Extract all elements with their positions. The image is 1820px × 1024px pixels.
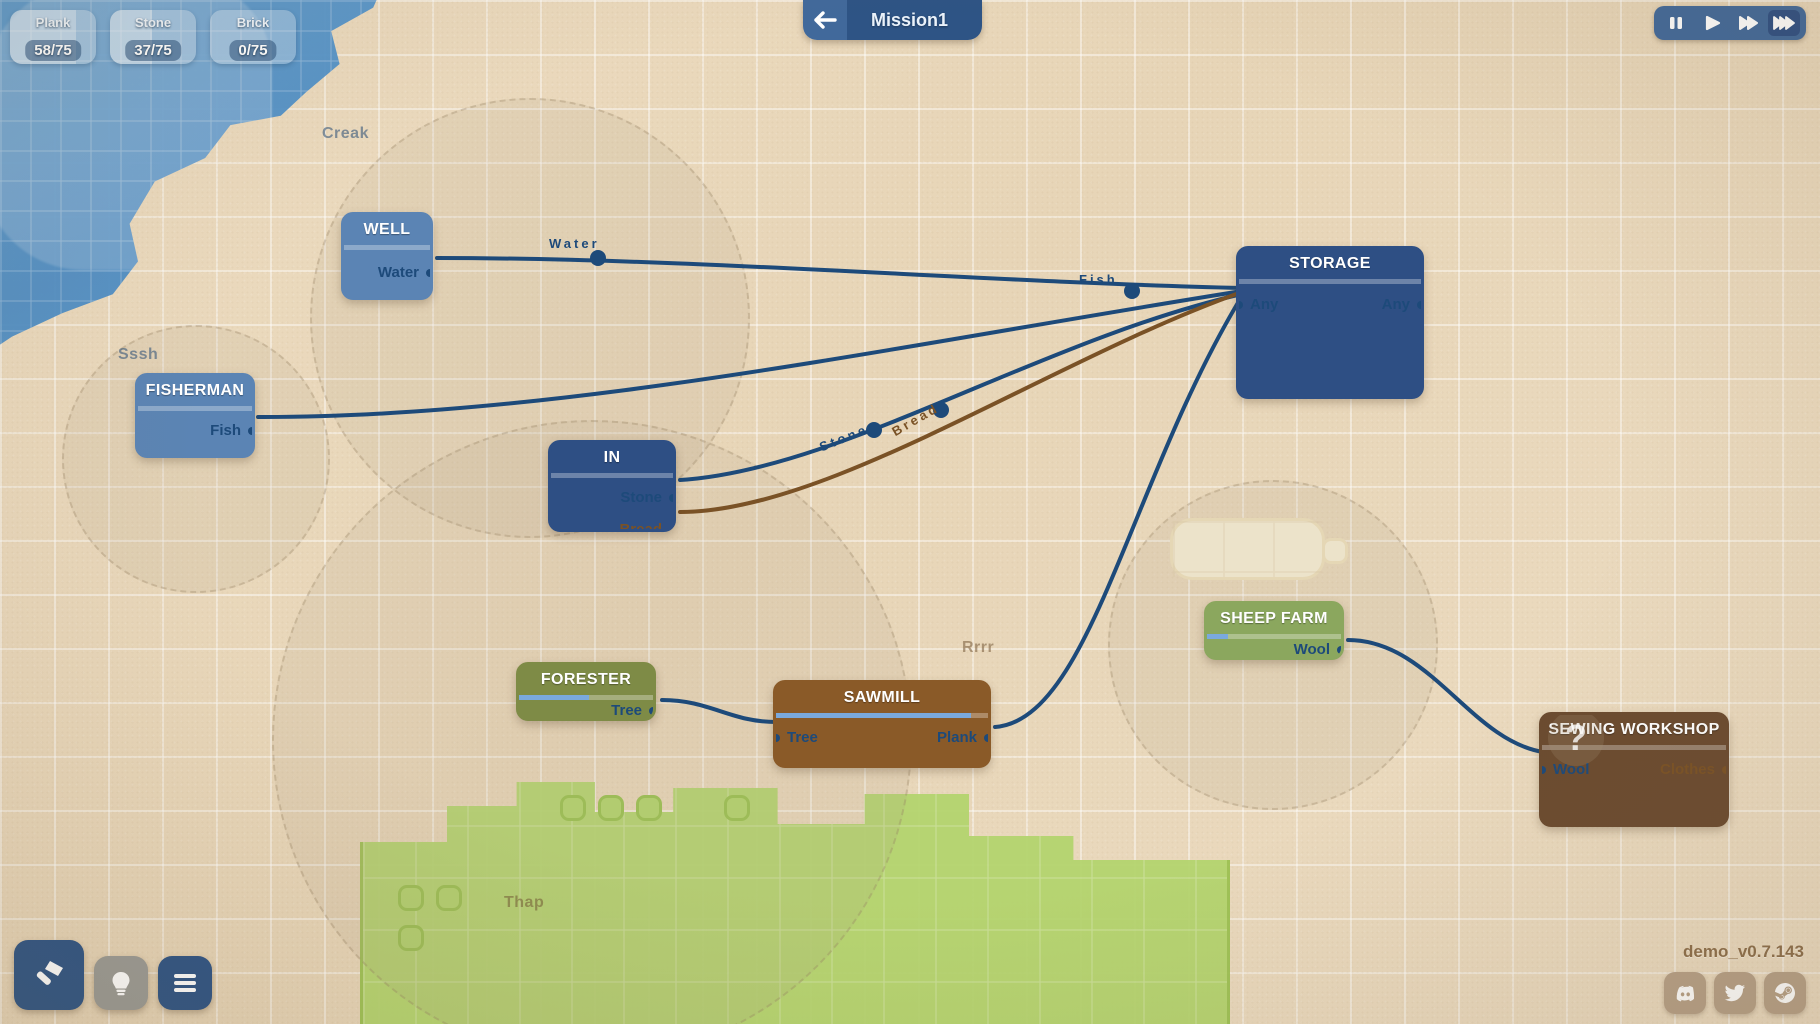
ultra-speed-icon: [1773, 16, 1795, 30]
ultra-speed-button[interactable]: [1768, 10, 1800, 36]
port-out-water[interactable]: Water: [377, 264, 430, 281]
port-out-clothes[interactable]: Clothes: [1659, 761, 1726, 778]
play-icon: [1705, 15, 1720, 31]
port-label: Any: [1250, 296, 1279, 313]
port-dot-icon: [649, 706, 653, 715]
resource-name: Stone: [134, 15, 172, 30]
resource-bar: Plank 58/75 Stone 37/75 Brick 0/75: [10, 10, 296, 64]
port-out-wool[interactable]: Wool: [1293, 641, 1341, 658]
building-node-sawmill[interactable]: SAWMILL Tree Plank: [773, 680, 991, 768]
social-links: [1664, 972, 1806, 1014]
resource-chip-stone[interactable]: Stone 37/75: [110, 10, 196, 64]
port-in-any[interactable]: Any: [1239, 296, 1279, 313]
port-label: Wool: [1293, 641, 1330, 658]
port-dot-icon: [1239, 300, 1243, 309]
game-screen: Creak Sssh Rrrr Thap Water Fish Stone Br…: [0, 0, 1820, 1024]
port-dot-icon: [1542, 765, 1546, 774]
node-progress-bar: [776, 713, 988, 718]
menu-tool-button[interactable]: [158, 956, 212, 1010]
building-node-fisherman[interactable]: FISHERMAN Fish: [135, 373, 255, 458]
version-label: demo_v0.7.143: [1683, 942, 1804, 961]
tool-bar: [14, 940, 212, 1010]
fast-forward-icon: [1739, 16, 1758, 30]
resource-value: 37/75: [125, 40, 181, 61]
port-label: Bread: [619, 521, 662, 532]
discord-link[interactable]: [1664, 972, 1706, 1014]
mission-title: Mission1: [847, 0, 983, 40]
arrow-left-icon: [814, 11, 837, 29]
building-node-in[interactable]: IN Stone Bread: [548, 440, 676, 532]
resource-value: 0/75: [229, 40, 277, 61]
speed-control-bar: [1654, 6, 1806, 40]
discord-icon: [1676, 985, 1695, 1002]
edge-label-fish: Fish: [1079, 272, 1118, 287]
resource-value: 58/75: [25, 40, 81, 61]
lightbulb-icon: [112, 972, 130, 996]
port-dot-icon: [984, 733, 988, 742]
port-in-tree[interactable]: Tree: [776, 729, 818, 746]
node-title: WELL: [344, 215, 430, 245]
node-title: IN: [551, 443, 673, 473]
port-out-fish[interactable]: Fish: [210, 422, 252, 439]
port-label: Fish: [210, 422, 241, 439]
node-title: FISHERMAN: [138, 376, 252, 406]
node-progress-bar: [1207, 634, 1341, 639]
port-out-stone[interactable]: Stone: [620, 489, 673, 506]
building-node-storage[interactable]: STORAGE Any Any: [1236, 246, 1424, 399]
port-out-any[interactable]: Any: [1381, 296, 1421, 313]
port-label: Clothes: [1659, 761, 1715, 778]
resource-name: Plank: [35, 15, 71, 30]
port-out-plank[interactable]: Plank: [936, 729, 988, 746]
port-label: Water: [377, 264, 419, 281]
play-button[interactable]: [1696, 10, 1728, 36]
hammer-icon: [36, 961, 63, 985]
edge-label-water: Water: [549, 236, 600, 251]
port-out-tree[interactable]: Tree: [611, 702, 653, 719]
node-progress-bar: [344, 245, 430, 250]
menu-icon: [174, 974, 196, 992]
pause-button[interactable]: [1660, 10, 1692, 36]
mission-bar: Mission1: [803, 0, 983, 40]
back-button[interactable]: [803, 0, 847, 40]
port-dot-icon: [776, 733, 780, 742]
steam-icon: [1775, 983, 1795, 1003]
port-label: Tree: [787, 729, 818, 746]
building-node-forester[interactable]: FORESTER Tree: [516, 662, 656, 721]
twitter-link[interactable]: [1714, 972, 1756, 1014]
node-title: FORESTER: [519, 665, 653, 695]
node-title: SAWMILL: [776, 683, 988, 713]
port-dot-icon: [426, 268, 430, 277]
node-progress-bar: [551, 473, 673, 478]
hints-tool-button[interactable]: [94, 956, 148, 1010]
fast-forward-button[interactable]: [1732, 10, 1764, 36]
port-label: Plank: [936, 729, 977, 746]
port-dot-icon: [669, 493, 673, 502]
port-dot-icon: [1722, 765, 1726, 774]
node-title: SHEEP FARM: [1207, 604, 1341, 634]
pause-icon: [1670, 17, 1682, 29]
resource-chip-brick[interactable]: Brick 0/75: [210, 10, 296, 64]
node-progress-bar: [1239, 279, 1421, 284]
node-progress-bar: [519, 695, 653, 700]
resource-name: Brick: [236, 15, 270, 30]
twitter-icon: [1724, 984, 1745, 1002]
node-progress-bar: [138, 406, 252, 411]
port-label: Any: [1381, 296, 1410, 313]
build-tool-button[interactable]: [14, 940, 84, 1010]
node-title: STORAGE: [1239, 249, 1421, 279]
port-dot-icon: [1417, 300, 1421, 309]
building-node-sewing-workshop[interactable]: SEWING WORKSHOP Wool Clothes ?: [1539, 712, 1729, 827]
resource-chip-plank[interactable]: Plank 58/75: [10, 10, 96, 64]
unknown-recipe-badge: ?: [1548, 715, 1604, 766]
building-node-sheep-farm[interactable]: SHEEP FARM Wool: [1204, 601, 1344, 660]
port-label: Stone: [620, 489, 662, 506]
building-node-well[interactable]: WELL Water: [341, 212, 433, 300]
port-dot-icon: [1337, 645, 1341, 654]
port-dot-icon: [248, 426, 252, 435]
steam-link[interactable]: [1764, 972, 1806, 1014]
port-out-bread[interactable]: Bread: [619, 521, 673, 532]
port-label: Tree: [611, 702, 642, 719]
influence-radius: [62, 325, 330, 593]
